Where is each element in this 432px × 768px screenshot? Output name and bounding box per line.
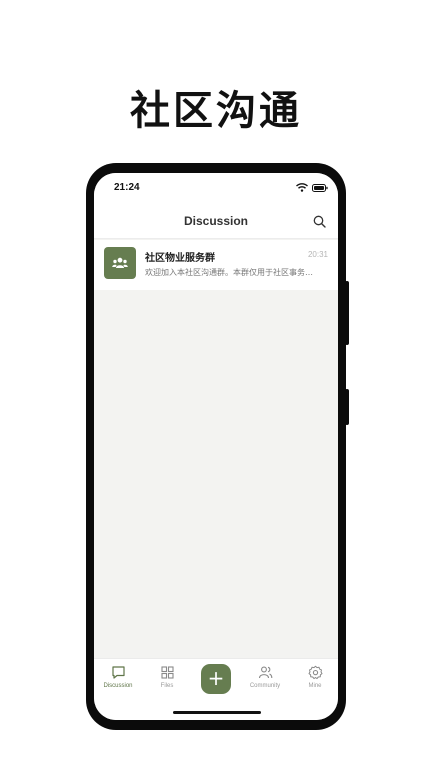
- battery-icon: [312, 184, 328, 192]
- gear-icon: [308, 665, 322, 680]
- chat-title: 社区物业服务群: [145, 253, 215, 264]
- group-icon: [112, 257, 128, 268]
- grid-icon: [160, 666, 174, 679]
- chat-time: 20:31: [307, 250, 328, 259]
- promo-title: 社区沟通: [130, 88, 302, 134]
- tab-community[interactable]: Community: [243, 665, 287, 689]
- status-time: 21:24: [114, 182, 140, 193]
- phone-frame: 21:24 Discussion 社区物业服务群 20:31 欢迎加入本社区沟通…: [86, 163, 349, 730]
- people-icon: [258, 666, 272, 679]
- tab-label: Mine: [308, 683, 322, 689]
- add-button[interactable]: +: [201, 664, 231, 694]
- tab-discussion[interactable]: Discussion: [96, 665, 140, 689]
- home-indicator: [173, 711, 261, 714]
- tab-bar: Discussion Files + Community Mine: [94, 658, 338, 720]
- page-title: Discussion: [183, 214, 249, 228]
- wifi-icon: [296, 183, 308, 192]
- status-bar: 21:24: [94, 173, 338, 207]
- chat-bubble-icon: [111, 666, 125, 679]
- tab-label: Files: [160, 683, 174, 689]
- tab-mine[interactable]: Mine: [293, 665, 337, 689]
- side-button-upper: [345, 281, 349, 345]
- chat-list-item[interactable]: 社区物业服务群 20:31 欢迎加入本社区沟通群。本群仅用于社区事务…: [94, 240, 338, 290]
- group-avatar: [104, 247, 136, 279]
- chat-preview: 欢迎加入本社区沟通群。本群仅用于社区事务…: [145, 268, 313, 277]
- search-icon[interactable]: [313, 215, 326, 228]
- tab-files[interactable]: Files: [145, 665, 189, 689]
- tab-label: Discussion: [103, 683, 133, 689]
- tab-label: Community: [249, 683, 281, 689]
- app-screen: 21:24 Discussion 社区物业服务群 20:31 欢迎加入本社区沟通…: [94, 173, 338, 720]
- nav-bar: Discussion: [94, 207, 338, 239]
- side-button-lower: [345, 389, 349, 425]
